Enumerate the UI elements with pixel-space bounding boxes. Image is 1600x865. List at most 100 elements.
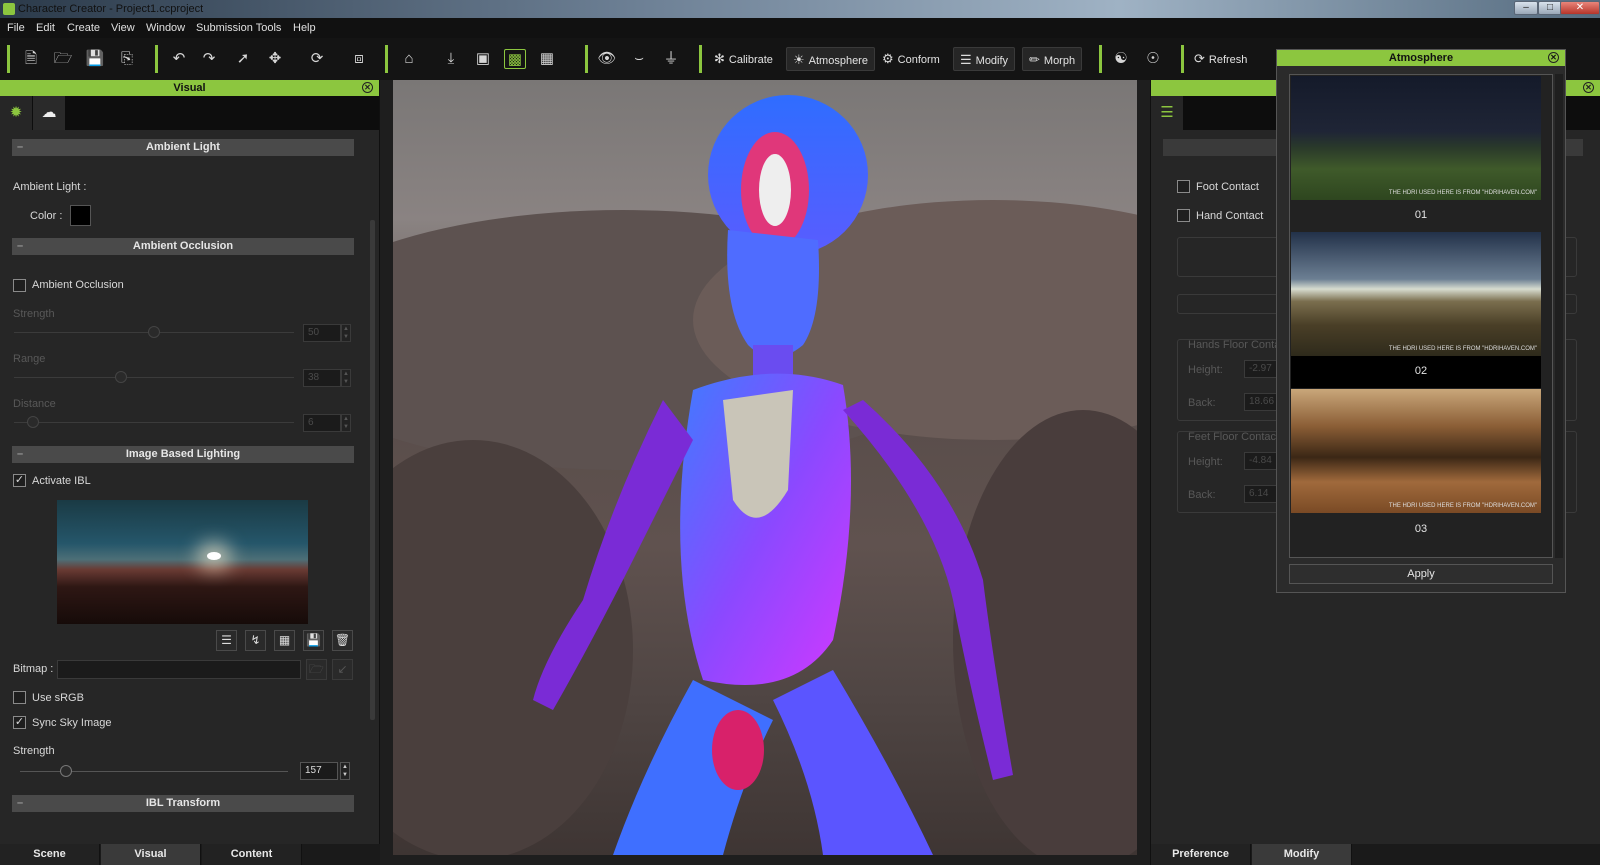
refresh-button[interactable]: ⟳ Refresh (1188, 47, 1253, 71)
ao-distance-slider[interactable] (14, 422, 294, 423)
new-file-icon[interactable]: 🗎 (20, 49, 42, 69)
tab-preference[interactable]: Preference (1151, 844, 1251, 865)
ibl-delete-icon[interactable]: 🗑 (332, 630, 353, 651)
ao-distance-input[interactable]: 6 (303, 414, 341, 432)
refresh-icon: ⟳ (1194, 51, 1205, 66)
atmosphere-thumb-01[interactable]: THE HDRI USED HERE IS FROM "HDRIHAVEN.CO… (1291, 76, 1541, 200)
ambient-occlusion-checkbox[interactable] (13, 279, 26, 292)
close-button[interactable]: ✕ (1560, 1, 1600, 15)
collapse-icon: – (17, 797, 24, 809)
3d-viewport[interactable] (393, 80, 1137, 855)
ao-range-spinner[interactable]: ▲ ▼ (341, 369, 351, 387)
ibl-strength-spinner[interactable]: ▲ ▼ (340, 762, 350, 780)
ibl-transform-section[interactable]: – IBL Transform (12, 795, 354, 812)
scale-icon[interactable]: ⧈ (348, 49, 370, 69)
ibl-save-icon[interactable]: 💾 (303, 630, 324, 651)
open-folder-icon[interactable]: 🗁 (52, 49, 74, 69)
ambient-light-section[interactable]: – Ambient Light (12, 139, 354, 156)
atmosphere-thumb-02[interactable]: THE HDRI USED HERE IS FROM "HDRIHAVEN.CO… (1291, 232, 1541, 356)
rotate-icon[interactable]: ⟳ (306, 49, 328, 69)
redo-icon[interactable]: ↷ (198, 49, 220, 69)
menu-edit[interactable]: Edit (36, 22, 55, 34)
ibl-load-icon[interactable]: ↯ (245, 630, 266, 651)
ao-distance-knob[interactable] (27, 416, 39, 428)
ibl-settings-icon[interactable]: ☰ (216, 630, 237, 651)
bitmap-path-field[interactable] (57, 660, 301, 679)
zoom-extents-icon[interactable]: ▩ (504, 49, 526, 69)
calibrate-button[interactable]: ✻ Calibrate (708, 47, 779, 71)
atmosphere-scrollbar[interactable] (1555, 74, 1563, 558)
zoom-region-icon[interactable]: ▦ (536, 49, 558, 69)
menu-file[interactable]: File (7, 22, 25, 34)
lighting-tab-sun-icon[interactable]: ✹ (0, 96, 32, 130)
ao-strength-label: Strength (13, 308, 55, 320)
menu-help[interactable]: Help (293, 22, 316, 34)
menu-window[interactable]: Window (146, 22, 185, 34)
home-camera-icon[interactable]: ⌂ (398, 49, 420, 69)
sync-sky-checkbox[interactable]: ✓ (13, 716, 26, 729)
toolbar-separator (1181, 45, 1184, 73)
character-model[interactable] (393, 80, 1137, 855)
tab-modify[interactable]: Modify (1252, 844, 1352, 865)
character-icon[interactable]: ☯ (1110, 49, 1132, 69)
fit-down-icon[interactable]: ⤓ (440, 49, 462, 69)
save-icon[interactable]: 💾 (84, 49, 106, 69)
ao-distance-spinner[interactable]: ▲ ▼ (341, 414, 351, 432)
popup-close-icon[interactable]: ✕ (1548, 52, 1559, 63)
eye-view-icon[interactable]: 👁 (596, 49, 618, 69)
use-srgb-checkbox[interactable] (13, 691, 26, 704)
bitmap-browse-icon[interactable]: 🗁 (306, 659, 327, 680)
sliders-tab-icon[interactable]: ☰ (1151, 96, 1183, 130)
tab-visual[interactable]: Visual (101, 844, 201, 865)
move-icon[interactable]: ✥ (264, 49, 286, 69)
hand-contact-checkbox[interactable] (1177, 209, 1190, 222)
undo-icon[interactable]: ↶ (168, 49, 190, 69)
frame-selected-icon[interactable]: ▣ (472, 49, 494, 69)
section-title: Ambient Occlusion (132, 240, 234, 252)
modify-button[interactable]: ☰ Modify (953, 47, 1016, 71)
menu-submission-tools[interactable]: Submission Tools (196, 22, 281, 34)
morph-button[interactable]: ✏ Morph (1022, 47, 1083, 71)
tab-scene[interactable]: Scene (0, 844, 100, 865)
popup-title: Atmosphere (1388, 52, 1454, 64)
ibl-strength-knob[interactable] (60, 765, 72, 777)
color-label: Color : (30, 210, 63, 222)
ibl-preset-icon[interactable]: ▦ (274, 630, 295, 651)
bitmap-clear-icon[interactable]: ↙ (332, 659, 353, 680)
section-title: IBL Transform (145, 797, 221, 809)
right-bottom-tabs: Preference Modify (1151, 844, 1600, 865)
ao-strength-spinner[interactable]: ▲ ▼ (341, 324, 351, 342)
window-title: Character Creator - Project1.ccproject (18, 3, 204, 15)
atmosphere-button[interactable]: ☀ Atmosphere (786, 47, 875, 71)
panel-scrollbar[interactable] (370, 220, 375, 720)
ibl-section[interactable]: – Image Based Lighting (12, 446, 354, 463)
sky-tab-cloud-icon[interactable]: ☁ (33, 96, 65, 130)
foot-contact-checkbox[interactable] (1177, 180, 1190, 193)
panel-close-icon[interactable]: ✕ (1583, 82, 1594, 93)
export-icon[interactable]: ⎘ (116, 49, 138, 69)
apply-button[interactable]: Apply (1289, 564, 1553, 584)
activate-ibl-checkbox[interactable]: ✓ (13, 474, 26, 487)
minimize-button[interactable]: – (1514, 1, 1538, 15)
ao-range-slider[interactable] (14, 377, 294, 378)
ao-strength-input[interactable]: 50 (303, 324, 341, 342)
select-arrow-icon[interactable]: ➚ (232, 49, 254, 69)
ibl-strength-input[interactable]: 157 (300, 762, 338, 780)
maximize-button[interactable]: □ (1538, 1, 1562, 15)
menu-create[interactable]: Create (67, 22, 100, 34)
atmosphere-thumb-03[interactable]: THE HDRI USED HERE IS FROM "HDRIHAVEN.CO… (1291, 389, 1541, 513)
ambient-occlusion-section[interactable]: – Ambient Occlusion (12, 238, 354, 255)
mouth-icon[interactable]: ⏚ (660, 49, 682, 69)
ao-range-knob[interactable] (115, 371, 127, 383)
tab-content[interactable]: Content (202, 844, 302, 865)
conform-button[interactable]: ⚙ Conform (876, 47, 946, 71)
ao-range-input[interactable]: 38 (303, 369, 341, 387)
headshot-icon[interactable]: ☉ (1142, 49, 1164, 69)
calibrate-label: Calibrate (728, 54, 773, 66)
lips-icon[interactable]: ⌣ (628, 49, 650, 69)
ambient-color-swatch[interactable] (70, 205, 91, 226)
menu-view[interactable]: View (111, 22, 135, 34)
ao-strength-knob[interactable] (148, 326, 160, 338)
back-label: Back: (1188, 397, 1216, 409)
panel-close-icon[interactable]: ✕ (362, 82, 373, 93)
